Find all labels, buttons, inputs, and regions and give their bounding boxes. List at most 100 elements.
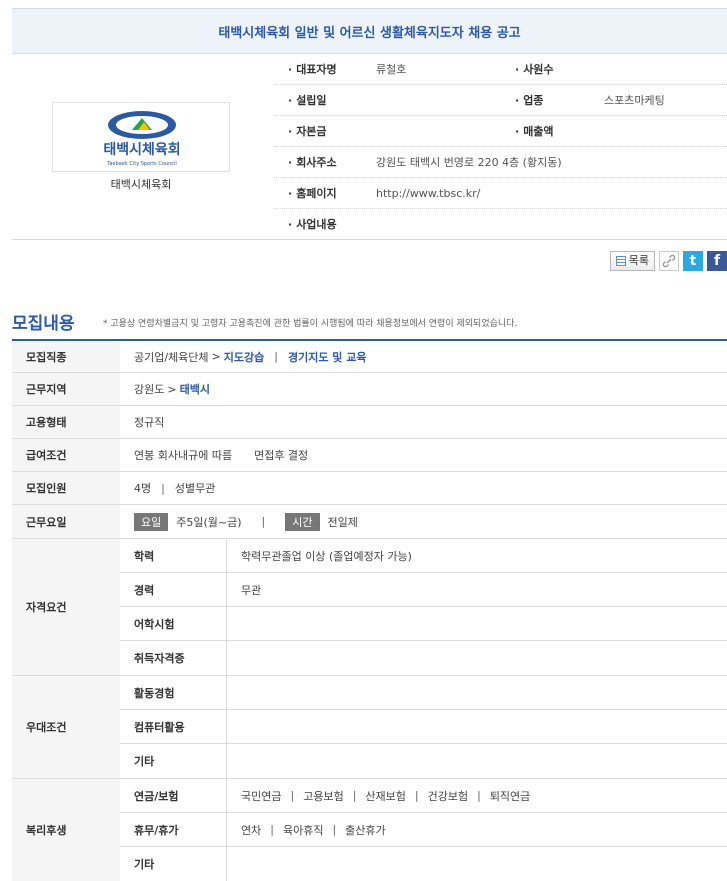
founded-label: 설립일 — [288, 85, 326, 116]
welfare-item: 퇴직연금 — [489, 789, 531, 803]
region-label: 근무지역 — [12, 373, 120, 405]
pref-computer-value — [227, 710, 727, 743]
row-salary: 급여조건 연봉 회사내규에 따름 면접후 결정 — [12, 439, 727, 472]
headcount-number: 4명 — [134, 482, 152, 495]
job-category: 공기업/체육단체 — [134, 350, 209, 364]
industry-label: 업종 — [515, 85, 543, 116]
headcount-value: 4명 | 성별무관 — [120, 472, 727, 504]
row-headcount: 모집인원 4명 | 성별무관 — [12, 472, 727, 505]
group-qualifications: 자격요건 학력 학력무관졸업 이상 (졸업예정자 가능) 경력 무관 어학시험 … — [12, 539, 727, 676]
list-button[interactable]: 목록 — [609, 251, 655, 271]
workdays-label: 근무요일 — [12, 505, 120, 538]
welfare-rows: 연금/보험 국민연금 | 고용보험 | 산재보험 | 건강보험 | 퇴직연금 휴무/휴가… — [120, 779, 727, 881]
qual-certificate-value — [227, 641, 727, 675]
welfare-separator: | — [270, 823, 274, 836]
headcount-label: 모집인원 — [12, 472, 120, 504]
employees-label: 사원수 — [515, 54, 553, 85]
link-icon[interactable] — [659, 251, 679, 271]
job-type-label: 모집직종 — [12, 341, 120, 372]
recruitment-details-table: 모집직종 공기업/체육단체 > 지도강습 | 경기지도 및 교육 근무지역 강원… — [12, 339, 727, 881]
row-region: 근무지역 강원도 > 태백시 — [12, 373, 727, 406]
qual-language-label: 어학시험 — [120, 607, 227, 640]
address-value: 강원도 태백시 번영로 220 4층 (황지동) — [376, 156, 562, 169]
info-row-business: 사업내용 — [274, 209, 727, 240]
info-row-capital: 자본금 매출액 — [274, 116, 727, 147]
business-label: 사업내용 — [288, 209, 336, 240]
company-logo: 태백시체육회 Taebaek City Sports Council — [52, 102, 230, 172]
homepage-link[interactable]: http://www.tbsc.kr/ — [376, 178, 480, 209]
workdays-value: 요일 주5일(월~금) | 시간 전일제 — [120, 505, 727, 538]
welfare-row: 기타 — [120, 847, 727, 881]
welfare-separator: | — [332, 823, 337, 836]
welfare-separator: | — [414, 789, 419, 802]
salary-policy: 연봉 회사내규에 따름 — [134, 449, 233, 462]
ceo-value: 류철호 — [376, 63, 407, 76]
headcount-gender: 성별무관 — [174, 482, 216, 495]
sports-council-logo-icon: 태백시체육회 Taebaek City Sports Council — [103, 111, 181, 167]
welfare-label: 복리후생 — [12, 779, 120, 881]
welfare-row: 휴무/휴가 연차 | 육아휴직 | 출산휴가 — [120, 813, 727, 847]
qual-row: 취득자격증 — [120, 641, 727, 675]
region-value: 강원도 > 태백시 — [120, 373, 727, 405]
job-item-lessons[interactable]: 지도강습 — [224, 349, 264, 365]
preferences-label: 우대조건 — [12, 676, 120, 778]
region-city[interactable]: 태백시 — [180, 381, 210, 397]
qual-education-label: 학력 — [120, 539, 227, 572]
qualifications-label: 자격요건 — [12, 539, 120, 675]
job-arrow: > — [211, 350, 221, 363]
job-title-bar: 태백시체육회 일반 및 어르신 생활체육지도자 채용 공고 — [12, 8, 727, 54]
facebook-icon: f — [713, 253, 721, 269]
welfare-item: 고용보험 — [303, 789, 344, 803]
welfare-separator: | — [290, 789, 295, 802]
qual-row: 학력 학력무관졸업 이상 (졸업예정자 가능) — [120, 539, 727, 573]
qualifications-rows: 학력 학력무관졸업 이상 (졸업예정자 가능) 경력 무관 어학시험 취득자격증 — [120, 539, 727, 675]
welfare-item: 출산휴가 — [345, 823, 386, 837]
address-label: 회사주소 — [288, 147, 336, 178]
preferences-rows: 활동경험 컴퓨터활용 기타 — [120, 676, 727, 778]
svg-text:태백시체육회: 태백시체육회 — [103, 142, 180, 158]
salary-value: 연봉 회사내규에 따름 면접후 결정 — [120, 439, 727, 471]
row-workdays: 근무요일 요일 주5일(월~금) | 시간 전일제 — [12, 505, 727, 539]
welfare-other-label: 기타 — [120, 847, 227, 881]
welfare-insurance-value: 국민연금 | 고용보험 | 산재보험 | 건강보험 | 퇴직연금 — [227, 779, 727, 812]
employment-label: 고용형태 — [12, 406, 120, 438]
welfare-insurance-label: 연금/보험 — [120, 779, 227, 812]
salary-label: 급여조건 — [12, 439, 120, 471]
page-title: 태백시체육회 일반 및 어르신 생활체육지도자 채용 공고 — [218, 25, 521, 41]
facebook-share-button[interactable]: f — [707, 251, 727, 271]
job-item-coaching[interactable]: 경기지도 및 교육 — [288, 349, 367, 365]
revenue-label: 매출액 — [515, 116, 553, 147]
job-separator: | — [274, 350, 278, 363]
employment-value: 정규직 — [134, 416, 165, 429]
pref-row: 활동경험 — [120, 676, 727, 710]
group-welfare: 복리후생 연금/보험 국민연금 | 고용보험 | 산재보험 | 건강보험 | 퇴직연금 … — [12, 779, 727, 881]
headcount-separator: | — [161, 481, 165, 495]
twitter-share-button[interactable]: t — [683, 251, 703, 271]
salary-negotiation: 면접후 결정 — [254, 449, 309, 462]
list-icon — [615, 256, 626, 266]
welfare-item: 연차 — [241, 823, 262, 837]
qual-education-value: 학력무관졸업 이상 (졸업예정자 가능) — [241, 549, 412, 563]
row-job-type: 모집직종 공기업/체육단체 > 지도강습 | 경기지도 및 교육 — [12, 341, 727, 373]
qual-certificate-label: 취득자격증 — [120, 641, 227, 675]
info-row-address: 회사주소 강원도 태백시 번영로 220 4층 (황지동) — [274, 147, 727, 178]
region-arrow: > — [167, 382, 177, 396]
job-type-value: 공기업/체육단체 > 지도강습 | 경기지도 및 교육 — [120, 341, 727, 372]
qual-row: 경력 무관 — [120, 573, 727, 607]
info-row-ceo: 대표자명 류철호 사원수 — [274, 54, 727, 85]
days-value: 주5일(월~금) — [176, 515, 242, 529]
qual-language-value — [227, 607, 727, 640]
pref-other-value — [227, 744, 727, 778]
days-tag: 요일 — [134, 512, 169, 531]
action-toolbar: 목록 t f — [609, 250, 727, 272]
welfare-separator: | — [477, 789, 481, 802]
hours-value: 전일제 — [327, 515, 358, 529]
svg-text:Taebaek City Sports Council: Taebaek City Sports Council — [106, 161, 177, 167]
welfare-item: 육아휴직 — [282, 823, 324, 837]
company-info: 태백시체육회 Taebaek City Sports Council 태백시체육… — [12, 54, 727, 240]
info-row-homepage: 홈페이지 http://www.tbsc.kr/ — [274, 178, 727, 209]
hours-tag: 시간 — [285, 512, 320, 531]
row-employment: 고용형태 정규직 — [12, 406, 727, 439]
pref-other-label: 기타 — [120, 744, 227, 778]
ceo-label: 대표자명 — [288, 54, 336, 85]
